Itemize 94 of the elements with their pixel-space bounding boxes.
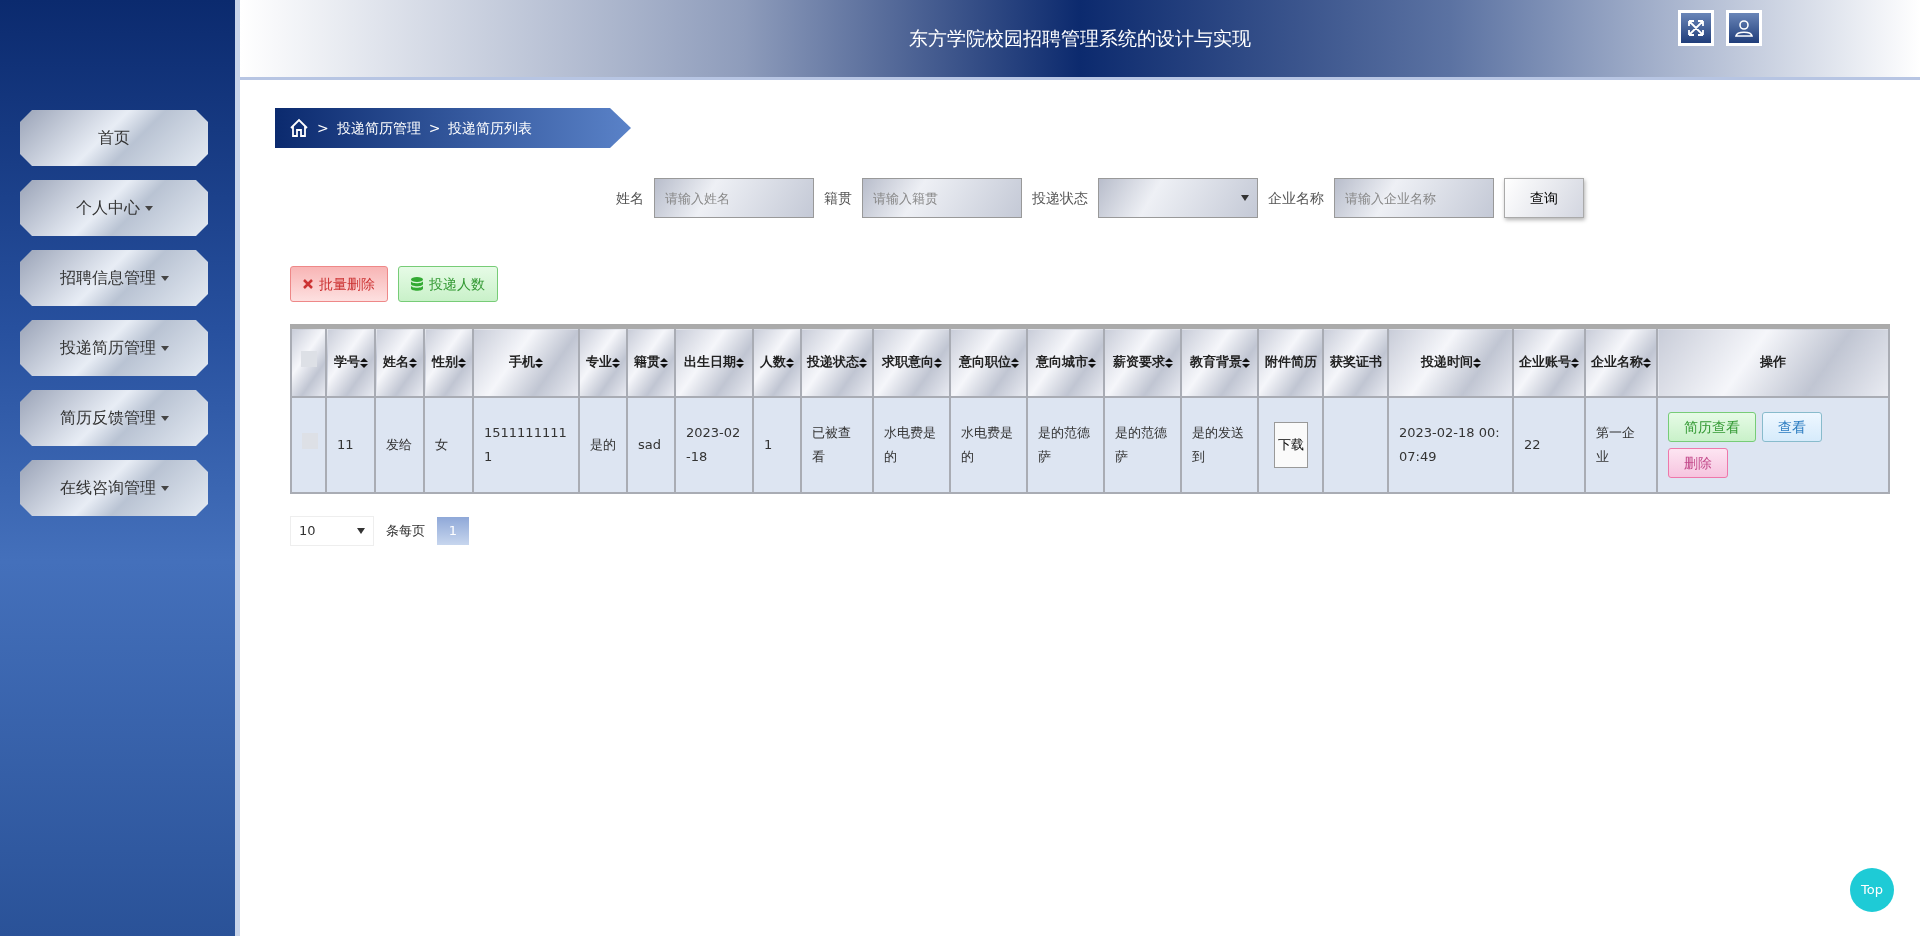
column-header[interactable]: 意向城市 bbox=[1027, 326, 1104, 397]
table-cell: 11 bbox=[326, 396, 375, 493]
sidebar-item[interactable]: 在线咨询管理 bbox=[20, 460, 208, 516]
table-cell: 1 bbox=[753, 396, 801, 493]
home-icon[interactable] bbox=[289, 118, 309, 138]
sidebar-item[interactable]: 简历反馈管理 bbox=[20, 390, 208, 446]
column-header[interactable]: 薪资要求 bbox=[1104, 326, 1181, 397]
sort-icon bbox=[660, 357, 668, 368]
column-header: 获奖证书 bbox=[1323, 326, 1388, 397]
sort-icon bbox=[1241, 357, 1250, 368]
sort-icon bbox=[1087, 357, 1096, 368]
field-label: 籍贯 bbox=[824, 188, 852, 208]
column-header[interactable]: 手机 bbox=[473, 326, 579, 397]
column-header[interactable]: 出生日期 bbox=[675, 326, 753, 397]
sort-icon bbox=[1010, 357, 1019, 368]
caret-icon bbox=[144, 206, 153, 211]
caret-icon bbox=[160, 416, 169, 421]
column-header[interactable]: 籍贯 bbox=[627, 326, 675, 397]
sort-icon bbox=[408, 357, 417, 368]
database-icon bbox=[411, 277, 423, 291]
column-header[interactable]: 企业账号 bbox=[1513, 326, 1585, 397]
table-cell: 2023-02-18 bbox=[675, 396, 753, 493]
table-cell: 2023-02-18 00:07:49 bbox=[1388, 396, 1513, 493]
sort-icon bbox=[1472, 357, 1481, 368]
sidebar-item[interactable]: 个人中心 bbox=[20, 180, 208, 236]
column-header[interactable]: 意向职位 bbox=[950, 326, 1027, 397]
table-cell: sad bbox=[627, 396, 675, 493]
field-label: 企业名称 bbox=[1268, 188, 1324, 208]
table-cell: 15111111111 bbox=[473, 396, 579, 493]
sort-icon bbox=[612, 357, 620, 368]
user-icon bbox=[1734, 18, 1754, 38]
column-header[interactable]: 教育背景 bbox=[1181, 326, 1258, 397]
table-cell: 第一企业 bbox=[1585, 396, 1657, 493]
table-cell: 是的 bbox=[579, 396, 627, 493]
download-button[interactable]: 下载 bbox=[1273, 421, 1308, 468]
app-title: 东方学院校园招聘管理系统的设计与实现 bbox=[909, 26, 1251, 52]
table-cell: 水电费是的 bbox=[950, 396, 1027, 493]
column-header[interactable]: 人数 bbox=[753, 326, 801, 397]
caret-icon bbox=[160, 486, 169, 491]
dropdown-arrow-icon bbox=[357, 527, 365, 534]
sort-icon bbox=[933, 357, 942, 368]
table-cell: 是的范德萨 bbox=[1104, 396, 1181, 493]
field-label: 投递状态 bbox=[1032, 188, 1088, 208]
column-header: 操作 bbox=[1657, 326, 1889, 397]
breadcrumb-link[interactable]: 投递简历列表 bbox=[448, 117, 533, 139]
column-header[interactable]: 投递时间 bbox=[1388, 326, 1513, 397]
sort-icon bbox=[1571, 357, 1579, 368]
user-button[interactable] bbox=[1726, 10, 1762, 46]
search-input[interactable]: 请输入姓名 bbox=[654, 178, 814, 218]
table-cell: 发给 bbox=[375, 396, 424, 493]
column-header: 附件简历 bbox=[1258, 326, 1323, 397]
search-input[interactable]: 请输入籍贯 bbox=[862, 178, 1022, 218]
sort-icon bbox=[457, 357, 466, 368]
table-cell: 是的发送到 bbox=[1181, 396, 1258, 493]
search-button[interactable]: 查询 bbox=[1504, 178, 1584, 218]
page-size-label: 条每页 bbox=[386, 521, 425, 540]
column-header[interactable]: 姓名 bbox=[375, 326, 424, 397]
expand-arrows-icon bbox=[1686, 18, 1706, 38]
sidebar-item[interactable]: 招聘信息管理 bbox=[20, 250, 208, 306]
caret-icon bbox=[160, 346, 169, 351]
column-header[interactable]: 性别 bbox=[424, 326, 473, 397]
sidebar-item[interactable]: 投递简历管理 bbox=[20, 320, 208, 376]
batch-delete-button[interactable]: 批量删除 bbox=[290, 266, 388, 302]
table-cell: 是的范德萨 bbox=[1027, 396, 1104, 493]
table-cell: 女 bbox=[424, 396, 473, 493]
column-header[interactable]: 专业 bbox=[579, 326, 627, 397]
select-all-checkbox[interactable] bbox=[300, 350, 317, 367]
sort-icon bbox=[1643, 357, 1651, 368]
row-action-button[interactable]: 删除 bbox=[1668, 447, 1728, 478]
column-header[interactable]: 求职意向 bbox=[873, 326, 950, 397]
page-size-select[interactable]: 10 bbox=[290, 515, 374, 546]
column-header[interactable]: 学号 bbox=[326, 326, 375, 397]
table-cell: 水电费是的 bbox=[873, 396, 950, 493]
close-icon bbox=[303, 279, 313, 289]
sort-icon bbox=[359, 357, 368, 368]
sort-icon bbox=[1164, 357, 1173, 368]
column-header[interactable]: 投递状态 bbox=[801, 326, 873, 397]
search-input[interactable]: 请输入企业名称 bbox=[1334, 178, 1494, 218]
sort-icon bbox=[535, 357, 543, 368]
sidebar-item[interactable]: 首页 bbox=[20, 110, 208, 166]
caret-icon bbox=[160, 276, 169, 281]
sort-icon bbox=[736, 357, 744, 368]
sort-icon bbox=[786, 357, 794, 368]
row-action-button[interactable]: 查看 bbox=[1762, 411, 1822, 442]
fullscreen-button[interactable] bbox=[1678, 10, 1714, 46]
sort-icon bbox=[859, 357, 867, 368]
breadcrumb-link[interactable]: 投递简历管理 bbox=[336, 117, 421, 139]
dropdown-arrow-icon bbox=[1241, 195, 1249, 201]
table-cell: 已被查看 bbox=[801, 396, 873, 493]
table-cell: 22 bbox=[1513, 396, 1585, 493]
field-label: 姓名 bbox=[616, 188, 644, 208]
breadcrumb-separator: > bbox=[428, 118, 441, 138]
breadcrumb-separator: > bbox=[317, 118, 329, 138]
column-header[interactable]: 企业名称 bbox=[1585, 326, 1657, 397]
